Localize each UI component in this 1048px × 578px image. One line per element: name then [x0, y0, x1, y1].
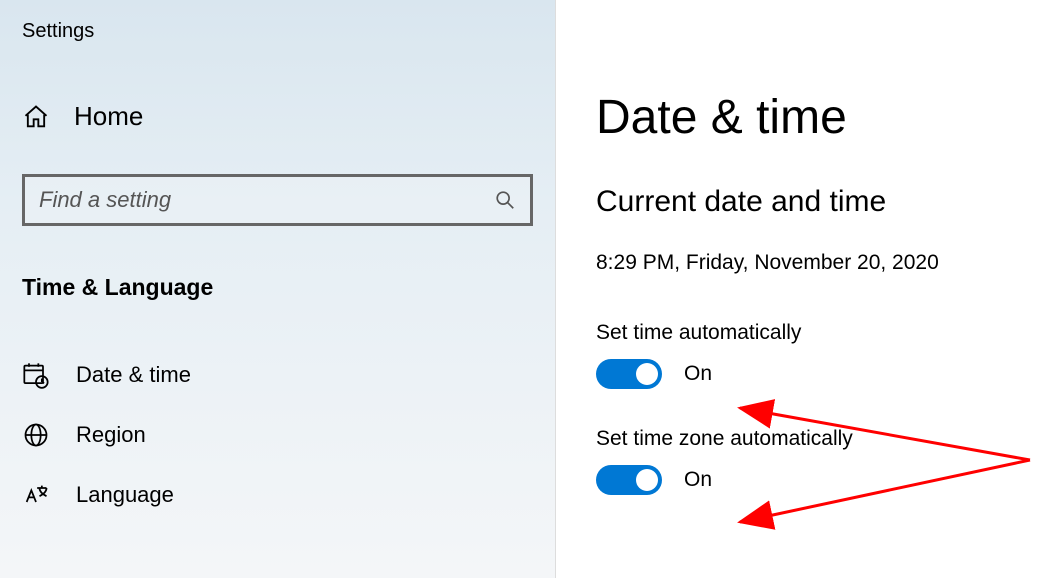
set-time-toggle-row: On — [596, 359, 1048, 389]
home-nav[interactable]: Home — [0, 93, 555, 140]
set-tz-label: Set time zone automatically — [596, 427, 1048, 451]
search-icon — [494, 189, 516, 211]
set-time-label: Set time automatically — [596, 321, 1048, 345]
nav-item-language[interactable]: Language — [0, 465, 555, 525]
set-time-toggle[interactable] — [596, 359, 662, 389]
current-datetime: 8:29 PM, Friday, November 20, 2020 — [596, 251, 1048, 275]
language-icon — [22, 481, 50, 509]
nav-item-label: Language — [76, 482, 174, 508]
home-icon — [22, 103, 50, 131]
category-title: Time & Language — [0, 274, 555, 301]
nav-item-date-time[interactable]: Date & time — [0, 345, 555, 405]
calendar-clock-icon — [22, 361, 50, 389]
nav-item-region[interactable]: Region — [0, 405, 555, 465]
set-time-state: On — [684, 362, 712, 386]
set-tz-toggle-row: On — [596, 465, 1048, 495]
search-box[interactable] — [22, 174, 533, 226]
set-tz-state: On — [684, 468, 712, 492]
page-title: Date & time — [596, 90, 1048, 145]
section-title: Current date and time — [596, 185, 1048, 219]
toggle-thumb — [636, 363, 658, 385]
app-title: Settings — [0, 20, 555, 43]
toggle-thumb — [636, 469, 658, 491]
set-tz-toggle[interactable] — [596, 465, 662, 495]
nav-item-label: Region — [76, 422, 146, 448]
sidebar: Settings Home Time & Language Date & tim… — [0, 0, 556, 578]
globe-icon — [22, 421, 50, 449]
home-label: Home — [74, 101, 143, 132]
nav-item-label: Date & time — [76, 362, 191, 388]
main-content: Date & time Current date and time 8:29 P… — [556, 0, 1048, 578]
search-input[interactable] — [39, 187, 494, 213]
